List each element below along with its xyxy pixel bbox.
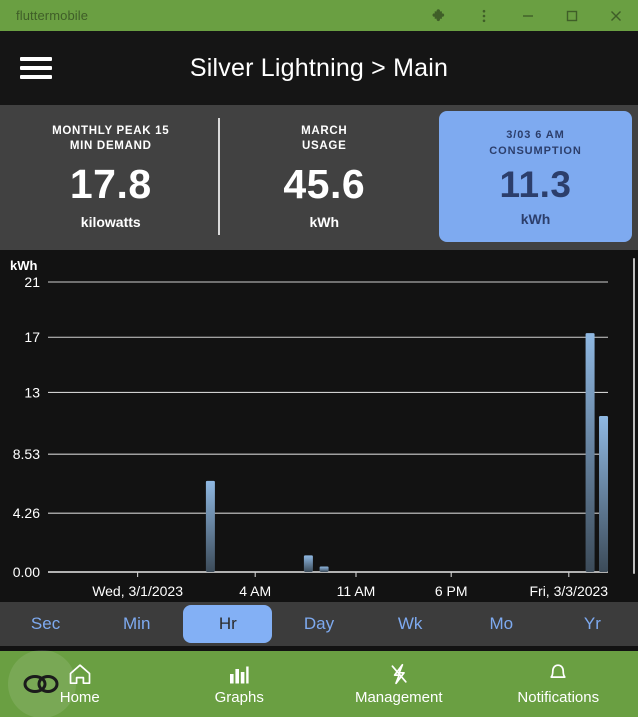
chart-x-tick-label: 11 AM: [337, 583, 376, 599]
chart-bar[interactable]: [319, 566, 329, 572]
hamburger-bar: [20, 66, 52, 70]
range-label: Sec: [30, 614, 61, 633]
range-label: Min: [123, 614, 151, 633]
app-window: fluttermobile Silver Lightning > Main MO…: [0, 0, 638, 717]
range-option-mo[interactable]: Mo: [457, 605, 546, 643]
close-icon[interactable]: [594, 0, 638, 31]
window-controls: [418, 0, 638, 31]
chart-y-tick-label: 8.53: [13, 446, 40, 462]
home-icon: [69, 664, 91, 685]
chart-bar[interactable]: [585, 333, 595, 572]
bar-chart-icon: [230, 666, 249, 684]
stat-unit: kWh: [309, 213, 340, 230]
chart-x-tick-label: Wed, 3/1/2023: [92, 583, 183, 599]
range-label: Wk: [397, 614, 423, 633]
stat-card-selected-consumption[interactable]: 3/03 6 AM CONSUMPTION 11.3 kWh: [439, 111, 632, 242]
nav-item-notifications[interactable]: Notifications: [479, 651, 638, 717]
maximize-icon[interactable]: [550, 0, 594, 31]
app-bar: Silver Lightning > Main: [0, 31, 638, 105]
stat-label-line1: MONTHLY PEAK 15: [52, 124, 170, 137]
chart-x-tick-label: 4 AM: [239, 583, 271, 599]
range-option-sec[interactable]: Sec: [1, 605, 90, 643]
stat-label: MARCH USAGE: [301, 124, 347, 154]
nav-item-management[interactable]: Management: [319, 651, 479, 717]
stat-value: 17.8: [69, 160, 152, 207]
chart-vertical-scrollbar[interactable]: [633, 258, 635, 574]
minimize-icon[interactable]: [506, 0, 550, 31]
range-label: Day: [303, 614, 335, 633]
bottom-navigation: Home Graphs Management Notifications: [0, 651, 638, 717]
window-title: fluttermobile: [16, 8, 89, 23]
nav-label: Home: [59, 689, 100, 706]
stat-label: 3/03 6 AM CONSUMPTION: [489, 127, 581, 159]
time-range-selector[interactable]: Sec Min Hr Day Wk Mo Yr: [0, 602, 638, 646]
stat-label-line1: MARCH: [301, 124, 348, 137]
chart-y-tick-label: 21: [24, 274, 40, 290]
nav-label: Management: [354, 689, 443, 706]
nav-item-graphs[interactable]: Graphs: [160, 651, 320, 717]
window-titlebar: fluttermobile: [0, 0, 638, 31]
puzzle-piece-icon[interactable]: [418, 0, 462, 31]
nav-label: Graphs: [214, 689, 264, 706]
chart-y-axis-unit: kWh: [10, 258, 38, 273]
chart-y-tick-label: 13: [24, 384, 40, 400]
chart-bar[interactable]: [303, 555, 313, 572]
range-option-yr[interactable]: Yr: [548, 605, 637, 643]
chart-x-tick-label: 6 PM: [435, 583, 468, 599]
stat-unit: kWh: [520, 210, 551, 227]
hamburger-bar: [20, 57, 52, 61]
chart-canvas[interactable]: kWh21 17 13 8.53 4.26 0.00 Wed, 3/1/2023 4 AM 11…: [0, 250, 638, 602]
range-label: Yr: [583, 614, 601, 633]
range-option-min[interactable]: Min: [92, 605, 181, 643]
bell-icon: [550, 664, 566, 678]
chart-y-tick-label: 17: [24, 329, 40, 345]
chart-x-tick-label: Fri, 3/3/2023: [529, 583, 608, 599]
range-option-day[interactable]: Day: [274, 605, 363, 643]
range-option-wk[interactable]: Wk: [366, 605, 455, 643]
stat-label-line2: USAGE: [302, 139, 347, 152]
stat-card-march-usage[interactable]: MARCH USAGE 45.6 kWh: [217, 111, 432, 242]
consumption-bar-chart[interactable]: kWh 21 17 13 8.53 4.26 0.00 Wed, 3/1/2023 4 AM 11…: [0, 250, 638, 602]
range-label: Hr: [218, 614, 237, 633]
nav-item-home[interactable]: Home: [0, 651, 160, 717]
chart-bar[interactable]: [599, 415, 609, 572]
stat-card-monthly-peak-demand[interactable]: MONTHLY PEAK 15 MIN DEMAND 17.8 kilowatt…: [4, 111, 218, 242]
stat-unit: kilowatts: [80, 213, 141, 230]
stat-value: 45.6: [283, 160, 366, 207]
more-vertical-icon[interactable]: [462, 0, 506, 31]
hamburger-menu-icon[interactable]: [20, 57, 52, 79]
stat-value: 11.3: [499, 163, 572, 205]
stat-label-line2: CONSUMPTION: [489, 144, 582, 157]
stat-label: MONTHLY PEAK 15 MIN DEMAND: [52, 124, 169, 154]
chart-bar[interactable]: [205, 480, 215, 572]
range-option-hr[interactable]: Hr: [183, 605, 273, 643]
nav-label: Notifications: [517, 689, 600, 706]
hamburger-bar: [20, 75, 52, 79]
stat-label-line1: 3/03 6 AM: [506, 128, 565, 141]
page-title: Silver Lightning > Main: [189, 53, 449, 82]
stats-strip: MONTHLY PEAK 15 MIN DEMAND 17.8 kilowatt…: [0, 105, 638, 250]
range-label: Mo: [489, 614, 514, 633]
stat-label-line2: MIN DEMAND: [69, 139, 152, 152]
chart-y-tick-label: 4.26: [13, 505, 40, 521]
chart-y-tick-label: 0.00: [13, 564, 40, 580]
lightning-bolt-icon: [391, 663, 407, 685]
